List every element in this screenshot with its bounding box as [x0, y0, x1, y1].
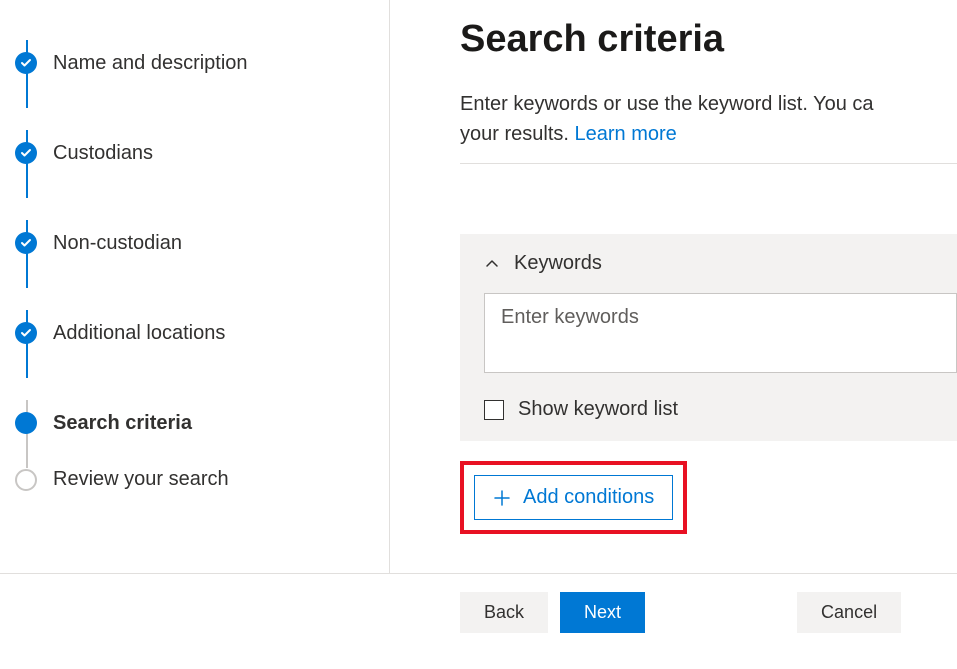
step-search-criteria[interactable]: Search criteria	[15, 378, 389, 468]
cancel-button[interactable]: Cancel	[797, 592, 901, 633]
show-keyword-list-label: Show keyword list	[518, 398, 678, 421]
step-label: Name and description	[53, 52, 248, 75]
step-label: Search criteria	[53, 412, 192, 435]
show-keyword-list-row: Show keyword list	[460, 378, 957, 441]
keywords-toggle[interactable]: Keywords	[460, 234, 957, 293]
main-content: Search criteria Enter keywords or use th…	[390, 0, 957, 573]
step-review-search[interactable]: Review your search	[15, 468, 389, 491]
step-label: Review your search	[53, 468, 229, 491]
check-icon	[15, 232, 37, 254]
wizard-footer: Back Next Cancel	[0, 573, 957, 633]
pending-step-icon	[15, 469, 37, 491]
divider	[460, 163, 957, 164]
keywords-panel: Keywords Show keyword list	[460, 234, 957, 441]
chevron-up-icon	[484, 256, 500, 272]
step-label: Additional locations	[53, 322, 225, 345]
step-label: Custodians	[53, 142, 153, 165]
keywords-title: Keywords	[514, 252, 602, 275]
step-custodians[interactable]: Custodians	[15, 108, 389, 198]
check-icon	[15, 142, 37, 164]
add-conditions-highlight: Add conditions	[460, 461, 687, 534]
wizard-sidebar: Name and description Custodians Non-cust…	[0, 0, 390, 573]
step-list: Name and description Custodians Non-cust…	[15, 18, 389, 491]
add-conditions-button[interactable]: Add conditions	[474, 475, 673, 520]
current-step-icon	[15, 412, 37, 434]
learn-more-link[interactable]: Learn more	[574, 123, 676, 145]
page-description: Enter keywords or use the keyword list. …	[460, 89, 957, 149]
back-button[interactable]: Back	[460, 592, 548, 633]
step-additional-locations[interactable]: Additional locations	[15, 288, 389, 378]
step-name-description[interactable]: Name and description	[15, 18, 389, 108]
next-button[interactable]: Next	[560, 592, 645, 633]
keywords-input[interactable]	[484, 293, 957, 373]
check-icon	[15, 322, 37, 344]
add-conditions-label: Add conditions	[523, 486, 654, 509]
page-title: Search criteria	[460, 18, 957, 61]
check-icon	[15, 52, 37, 74]
plus-icon	[493, 489, 511, 507]
show-keyword-list-checkbox[interactable]	[484, 400, 504, 420]
step-non-custodian[interactable]: Non-custodian	[15, 198, 389, 288]
step-label: Non-custodian	[53, 232, 182, 255]
